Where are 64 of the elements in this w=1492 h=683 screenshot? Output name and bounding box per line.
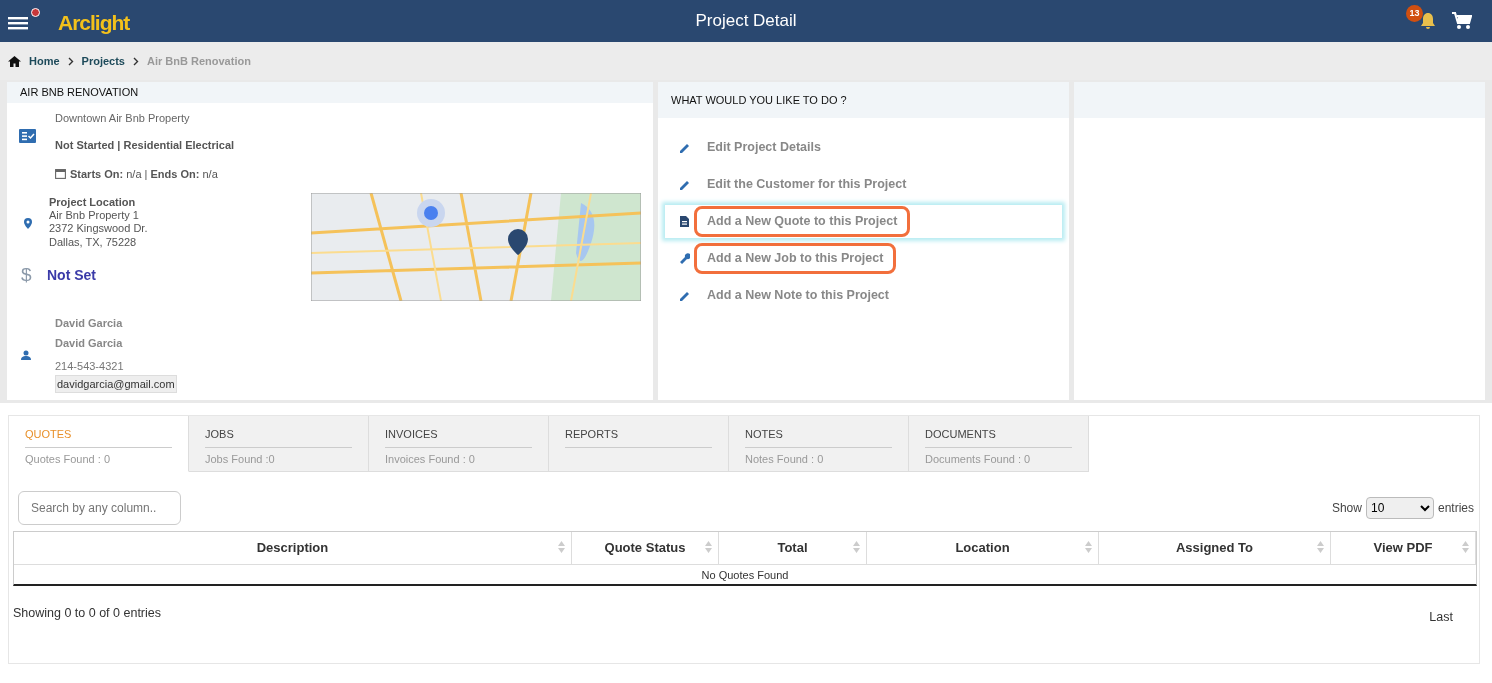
contact-name: David Garcia [55, 316, 124, 331]
contact-name: David Garcia [55, 335, 124, 351]
location-pin-icon [24, 217, 32, 229]
page-size-select[interactable]: 10 [1365, 497, 1434, 519]
pencil-icon [679, 179, 690, 190]
action-link[interactable]: Edit the Customer for this Project [694, 169, 920, 200]
calendar-icon [55, 168, 66, 180]
column-header[interactable]: View PDF [1331, 532, 1476, 564]
budget-value: Not Set [47, 265, 96, 285]
pencil-icon [679, 290, 690, 301]
address-line: Air Bnb Property 1 [49, 209, 140, 223]
table-info: Showing 0 to 0 of 0 entries [13, 605, 161, 622]
breadcrumb-link[interactable]: Home [29, 52, 60, 70]
breadcrumb-link[interactable]: Projects [81, 52, 125, 70]
search-field[interactable]: Search by any column.. [18, 491, 181, 525]
action-link[interactable]: Add a New Quote to this Project [694, 206, 911, 237]
dollar-icon: $ [19, 263, 32, 285]
wrench-icon [679, 253, 690, 264]
tab[interactable]: REPORTS [549, 416, 729, 472]
chevron-icon [67, 56, 74, 66]
contact-phone: 214-543-4321 [55, 359, 125, 374]
empty-message: No Quotes Found [14, 564, 1476, 584]
column-header[interactable]: Description [14, 532, 572, 564]
contact-email: davidgarcia@gmail.com [55, 374, 177, 393]
tab[interactable]: NOTES Notes Found : 0 [729, 416, 909, 472]
sort-icon [853, 541, 860, 553]
pencil-icon [679, 142, 690, 153]
document-icon [679, 216, 690, 227]
checklist-icon [19, 129, 36, 144]
person-icon [21, 349, 31, 360]
notification-badge: 13 [1406, 5, 1423, 22]
address-line: 2372 Kingswood Dr. [49, 222, 148, 236]
tab[interactable]: INVOICES Invoices Found : 0 [369, 416, 549, 472]
sort-icon [1462, 541, 1469, 553]
action-link[interactable]: Edit Project Details [694, 132, 834, 163]
column-header[interactable]: Total [719, 532, 867, 564]
panel-heading: AIR BNB RENOVATION [7, 82, 653, 103]
sort-icon [558, 541, 565, 553]
chevron-icon [133, 56, 139, 66]
project-name: Downtown Air Bnb Property [55, 110, 191, 126]
breadcrumb-current: Air BnB Renovation [147, 53, 251, 69]
cart-icon[interactable] [1452, 12, 1472, 30]
column-header[interactable]: Quote Status [572, 532, 719, 564]
sort-icon [1085, 541, 1092, 553]
last-page-link[interactable]: Last [1429, 608, 1453, 627]
location-label: Project Location [49, 196, 137, 210]
panel-heading: WHAT WOULD YOU LIKE TO DO ? [658, 82, 1069, 118]
entries-label: entries [1437, 500, 1474, 517]
tab[interactable]: JOBS Jobs Found :0 [189, 416, 369, 472]
schedule-dates: Starts On: n/a | Ends On: n/a [70, 166, 218, 182]
tab[interactable]: DOCUMENTS Documents Found : 0 [909, 416, 1089, 472]
logo[interactable]: Arclight [58, 7, 130, 39]
address-line: Dallas, TX, 75228 [49, 235, 138, 249]
page-title: Project Detail [695, 10, 797, 33]
project-status: Not Started | Residential Electrical [55, 138, 235, 153]
action-link[interactable]: Add a New Note to this Project [694, 280, 902, 311]
sort-icon [705, 541, 712, 553]
column-header[interactable]: Location [867, 532, 1099, 564]
show-label: Show [1331, 500, 1362, 517]
action-link[interactable]: Add a New Job to this Project [694, 243, 897, 274]
bell-icon[interactable] [1420, 12, 1436, 30]
sort-icon [1317, 541, 1324, 553]
home-icon[interactable] [8, 55, 21, 67]
column-header[interactable]: Assigned To [1099, 532, 1331, 564]
